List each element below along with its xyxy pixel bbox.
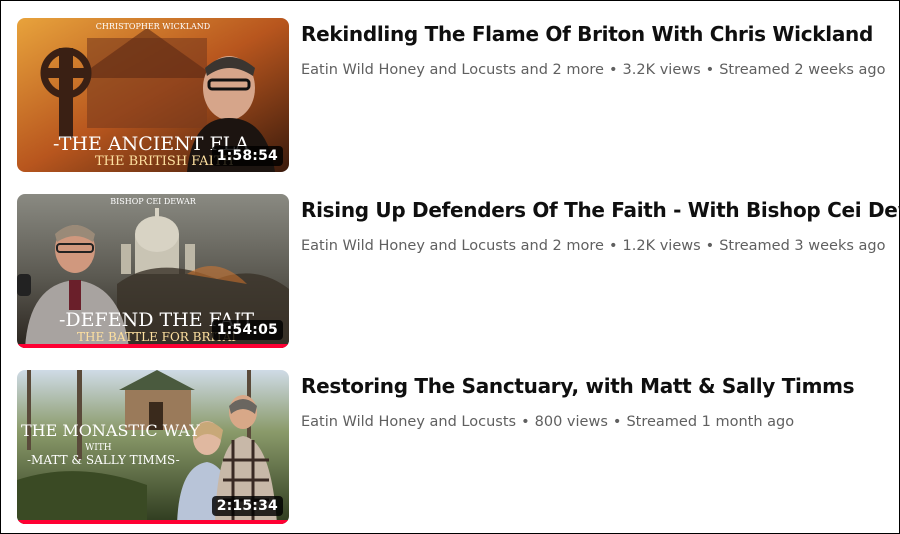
video-item[interactable]: THE MONASTIC WAY WITH -MATT & SALLY TIMM… [17, 370, 887, 524]
view-count: 800 views [534, 414, 608, 430]
video-thumbnail[interactable]: BISHOP CEI DEWAR -DEFEND THE FAIT THE BA… [17, 194, 289, 348]
separator-dot: • [612, 414, 622, 430]
view-count: 1.2K views [622, 238, 701, 254]
video-metadata: Eatin Wild Honey and Locusts and 2 more •… [301, 62, 885, 78]
watched-progress-bar [17, 520, 289, 524]
video-thumbnail[interactable]: THE MONASTIC WAY WITH -MATT & SALLY TIMM… [17, 370, 289, 524]
video-item[interactable]: CHRISTOPHER WICKLAND -THE ANCIENT FLA TH… [17, 18, 887, 172]
thumbnail-top-text: CHRISTOPHER WICKLAND [96, 22, 210, 31]
watched-progress-bar [17, 344, 289, 348]
video-title[interactable]: Rising Up Defenders Of The Faith - With … [301, 198, 900, 222]
stream-date: Streamed 1 month ago [626, 414, 795, 430]
video-metadata: Eatin Wild Honey and Locusts and 2 more •… [301, 238, 885, 254]
thumbnail-with-text: WITH [85, 443, 112, 453]
channel-name[interactable]: Eatin Wild Honey and Locusts and 2 more [301, 62, 604, 78]
thumbnail-main-text: THE MONASTIC WAY [21, 421, 200, 440]
thumbnail-sub-text: -MATT & SALLY TIMMS- [27, 453, 180, 467]
video-title[interactable]: Restoring The Sanctuary, with Matt & Sal… [301, 374, 855, 398]
separator-dot: • [608, 62, 618, 78]
separator-dot: • [705, 238, 715, 254]
video-item[interactable]: BISHOP CEI DEWAR -DEFEND THE FAIT THE BA… [17, 194, 900, 348]
channel-name[interactable]: Eatin Wild Honey and Locusts [301, 414, 516, 430]
video-metadata: Eatin Wild Honey and Locusts • 800 views • S… [301, 414, 794, 430]
separator-dot: • [608, 238, 618, 254]
duration-badge: 2:15:34 [211, 496, 283, 516]
stream-date: Streamed 2 weeks ago [719, 62, 886, 78]
duration-badge: 1:58:54 [211, 146, 283, 166]
video-list: CHRISTOPHER WICKLAND -THE ANCIENT FLA TH… [0, 0, 900, 534]
separator-dot: • [705, 62, 715, 78]
thumbnail-top-text: BISHOP CEI DEWAR [110, 197, 197, 206]
video-thumbnail[interactable]: CHRISTOPHER WICKLAND -THE ANCIENT FLA TH… [17, 18, 289, 172]
duration-badge: 1:54:05 [211, 320, 283, 340]
view-count: 3.2K views [622, 62, 701, 78]
channel-name[interactable]: Eatin Wild Honey and Locusts and 2 more [301, 238, 604, 254]
stream-date: Streamed 3 weeks ago [719, 238, 886, 254]
separator-dot: • [521, 414, 530, 430]
video-title[interactable]: Rekindling The Flame Of Briton With Chri… [301, 22, 873, 46]
